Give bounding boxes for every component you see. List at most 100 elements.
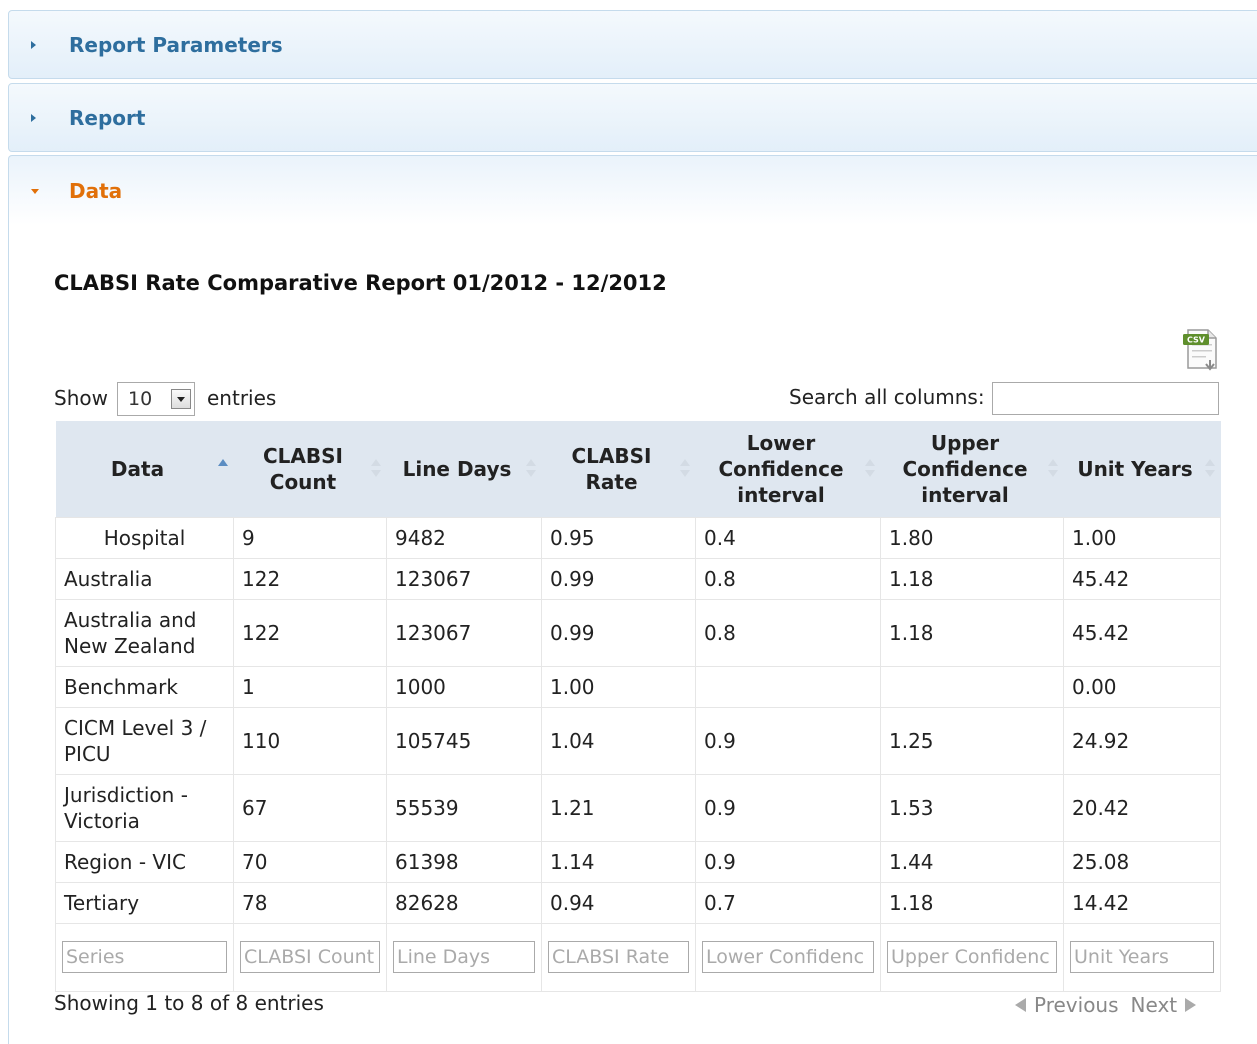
filter-series-input[interactable]: [62, 941, 227, 973]
table-cell: 82628: [386, 881, 542, 924]
column-header-clabsi-count[interactable]: CLABSI Count: [233, 421, 387, 517]
table-cell: 20.42: [1063, 773, 1221, 842]
table-cell: 0.95: [541, 516, 696, 559]
filter-cell: [1063, 922, 1221, 992]
filter-clabsi-rate-input[interactable]: [548, 941, 689, 973]
table-cell: 1.53: [880, 773, 1064, 842]
table-cell: 122: [233, 598, 387, 667]
accordion-header-report-parameters[interactable]: Report Parameters: [8, 10, 1257, 79]
table-cell: 25.08: [1063, 840, 1221, 883]
next-button[interactable]: Next: [1131, 993, 1178, 1017]
table-cell: 1.00: [541, 665, 696, 708]
table-cell: 1.80: [880, 516, 1064, 559]
column-header-line-days[interactable]: Line Days: [386, 421, 542, 517]
table-cell: Tertiary: [55, 881, 234, 924]
table-cell: 67: [233, 773, 387, 842]
table-row: Hospital 9 9482 0.95 0.4 1.80 1.00: [55, 516, 1221, 559]
table-row: Jurisdiction - Victoria 67 55539 1.21 0.…: [55, 773, 1221, 842]
filter-cell: [55, 922, 234, 992]
report-title: CLABSI Rate Comparative Report 01/2012 -…: [54, 271, 667, 295]
table-cell: 1.18: [880, 598, 1064, 667]
chevron-right-icon: [31, 113, 36, 122]
table-cell: 1.04: [541, 706, 696, 775]
table-cell: 0.8: [695, 598, 881, 667]
filter-cell: [541, 922, 696, 992]
column-header-data[interactable]: Data: [55, 421, 234, 517]
sort-icon: [864, 458, 875, 479]
table-cell: 110: [233, 706, 387, 775]
table-cell: 24.92: [1063, 706, 1221, 775]
length-show-label: Show: [54, 386, 108, 410]
csv-export-icon[interactable]: CSV: [1182, 328, 1222, 374]
sort-icon: [370, 458, 381, 479]
table-cell: 1: [233, 665, 387, 708]
table-cell: 78: [233, 881, 387, 924]
accordion-header-data[interactable]: Data: [8, 155, 1257, 225]
column-header-lower-ci[interactable]: Lower Confidence interval: [695, 421, 881, 517]
table-cell: 0.9: [695, 773, 881, 842]
entries-select[interactable]: 10: [117, 382, 195, 416]
data-table: Data CLABSI Count Line Days CLABSI Rate …: [55, 421, 1221, 992]
table-cell: 61398: [386, 840, 542, 883]
accordion-title: Report Parameters: [69, 32, 283, 57]
table-row: Australia and New Zealand 122 123067 0.9…: [55, 598, 1221, 667]
table-cell: 1.18: [880, 557, 1064, 600]
table-cell: 1.14: [541, 840, 696, 883]
table-cell: 0.00: [1063, 665, 1221, 708]
chevron-down-icon: [31, 188, 39, 194]
table-cell: 1.44: [880, 840, 1064, 883]
table-cell: [695, 665, 881, 708]
length-entries-label: entries: [207, 386, 277, 410]
table-cell: 0.8: [695, 557, 881, 600]
table-cell: 0.99: [541, 598, 696, 667]
column-header-upper-ci[interactable]: Upper Confidence interval: [880, 421, 1064, 517]
filter-row: [55, 922, 1221, 992]
sort-icon: [525, 458, 536, 479]
table-cell: 14.42: [1063, 881, 1221, 924]
chevron-down-icon[interactable]: [171, 389, 191, 409]
previous-arrow-icon[interactable]: [1015, 997, 1026, 1012]
table-cell: 1000: [386, 665, 542, 708]
filter-line-days-input[interactable]: [393, 941, 535, 973]
table-cell: 70: [233, 840, 387, 883]
accordion-title: Data: [69, 178, 123, 203]
filter-clabsi-count-input[interactable]: [240, 941, 380, 973]
filter-upper-ci-input[interactable]: [887, 941, 1057, 973]
table-cell: 122: [233, 557, 387, 600]
previous-button[interactable]: Previous: [1034, 993, 1119, 1017]
pagination: Previous Next: [1015, 991, 1197, 1017]
sort-ascending-icon: [217, 458, 228, 479]
table-cell: Hospital: [55, 516, 234, 559]
column-header-clabsi-rate[interactable]: CLABSI Rate: [541, 421, 696, 517]
table-cell: Australia and New Zealand: [55, 598, 234, 667]
table-row: Tertiary 78 82628 0.94 0.7 1.18 14.42: [55, 881, 1221, 924]
table-cell: 55539: [386, 773, 542, 842]
sort-icon: [1204, 458, 1215, 479]
table-cell: 123067: [386, 557, 542, 600]
csv-label: CSV: [1187, 336, 1206, 345]
table-cell: 1.25: [880, 706, 1064, 775]
sort-icon: [679, 458, 690, 479]
table-cell: 0.9: [695, 840, 881, 883]
filter-cell: [880, 922, 1064, 992]
table-cell: 1.18: [880, 881, 1064, 924]
next-arrow-icon[interactable]: [1185, 997, 1197, 1012]
table-cell: Jurisdiction - Victoria: [55, 773, 234, 842]
accordion-header-report[interactable]: Report: [8, 83, 1257, 152]
filter-cell: [695, 922, 881, 992]
column-header-unit-years[interactable]: Unit Years: [1063, 421, 1221, 517]
table-cell: 0.4: [695, 516, 881, 559]
table-cell: 1.21: [541, 773, 696, 842]
entries-select-value: 10: [128, 388, 153, 410]
accordion-title: Report: [69, 105, 146, 130]
filter-unit-years-input[interactable]: [1070, 941, 1214, 973]
table-cell: 0.99: [541, 557, 696, 600]
filter-lower-ci-input[interactable]: [702, 941, 874, 973]
table-cell: 1.00: [1063, 516, 1221, 559]
table-cell: CICM Level 3 / PICU: [55, 706, 234, 775]
search-input[interactable]: [992, 382, 1219, 415]
table-cell: 0.9: [695, 706, 881, 775]
sort-icon: [1047, 458, 1058, 479]
table-cell: [880, 665, 1064, 708]
table-cell: 123067: [386, 598, 542, 667]
